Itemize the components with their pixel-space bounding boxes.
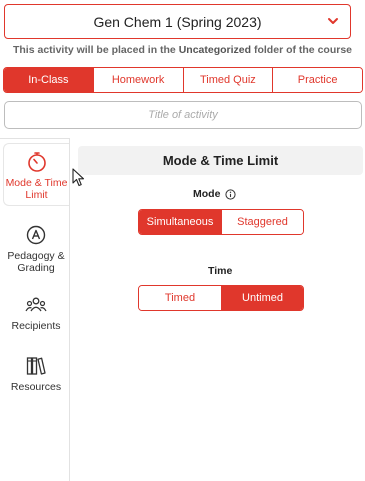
compass-icon <box>26 225 46 245</box>
stopwatch-icon <box>27 152 46 172</box>
sidebar-item-pedagogy-grading[interactable]: Pedagogy & Grading <box>3 224 69 274</box>
tab-timed-quiz[interactable]: Timed Quiz <box>183 68 274 92</box>
sidebar-item-label: Mode & Time Limit <box>5 177 68 201</box>
mode-option-simultaneous[interactable]: Simultaneous <box>139 210 221 234</box>
sidebar-item-label: Recipients <box>11 320 61 332</box>
activity-type-tabs: In-Class Homework Timed Quiz Practice <box>3 67 363 93</box>
placement-note-prefix: This activity will be placed in the <box>12 44 176 56</box>
course-select-value: Gen Chem 1 (Spring 2023) <box>93 13 262 30</box>
mode-label: Mode <box>193 188 221 200</box>
sidebar-item-label: Pedagogy & Grading <box>7 250 65 274</box>
mouse-cursor-icon <box>72 168 85 187</box>
tab-in-class[interactable]: In-Class <box>4 68 94 92</box>
info-icon[interactable] <box>225 188 237 200</box>
placement-note-folder: Uncategorized <box>178 44 252 56</box>
books-icon <box>26 357 46 375</box>
mode-option-staggered[interactable]: Staggered <box>221 210 303 234</box>
time-label: Time <box>208 265 233 277</box>
people-icon <box>25 297 47 312</box>
sidebar-item-recipients[interactable]: Recipients <box>3 294 69 332</box>
time-option-timed[interactable]: Timed <box>139 286 221 310</box>
mode-toggle: Simultaneous Staggered <box>138 209 304 235</box>
tab-practice[interactable]: Practice <box>273 68 362 92</box>
mode-label-row: Mode <box>193 188 237 200</box>
placement-note: This activity will be placed in the Unca… <box>0 44 365 56</box>
placement-note-suffix: folder of the course <box>253 44 352 56</box>
course-select[interactable]: Gen Chem 1 (Spring 2023) <box>4 4 351 39</box>
activity-title-input[interactable] <box>4 101 362 129</box>
tab-homework[interactable]: Homework <box>93 68 184 92</box>
sidebar-divider <box>69 138 70 481</box>
time-toggle: Timed Untimed <box>138 285 304 311</box>
chevron-down-icon <box>328 18 338 24</box>
sidebar-item-mode-time-limit[interactable]: Mode & Time Limit <box>3 143 69 206</box>
panel-title: Mode & Time Limit <box>78 146 363 175</box>
sidebar-item-resources[interactable]: Resources <box>3 355 69 393</box>
sidebar-top-divider <box>0 138 70 139</box>
sidebar-item-label: Resources <box>10 381 62 393</box>
time-option-untimed[interactable]: Untimed <box>221 286 303 310</box>
